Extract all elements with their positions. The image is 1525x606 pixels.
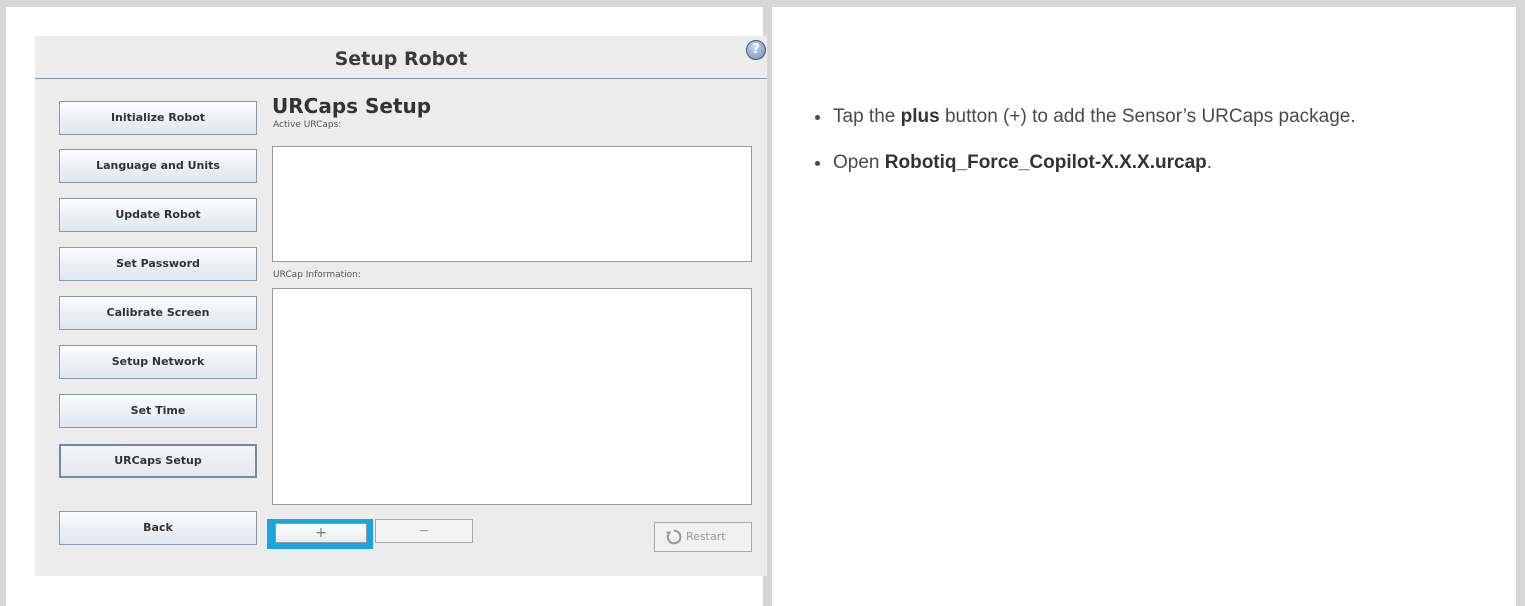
step-1-prefix: Tap the (833, 106, 901, 127)
document-frame-left (0, 0, 6, 606)
step-2-filename: Robotiq_Force_Copilot-X.X.X.urcap (884, 152, 1207, 173)
step-2-suffix: . (1206, 152, 1213, 173)
setup-robot-panel: Setup Robot ? Initialize Robot Language … (35, 36, 767, 576)
instruction-list: Tap the plus button (+) to add the Senso… (815, 104, 1475, 196)
remove-urcap-button[interactable]: − (375, 519, 473, 543)
bullet-icon (815, 115, 820, 120)
update-robot-button[interactable]: Update Robot (59, 198, 257, 232)
restart-label: Restart (686, 530, 726, 543)
bullet-icon (815, 161, 820, 166)
set-time-button[interactable]: Set Time (59, 394, 257, 428)
question-circle-icon[interactable]: ? (746, 40, 766, 60)
restart-icon (665, 529, 682, 545)
add-urcap-button[interactable]: + (275, 523, 367, 543)
set-password-button[interactable]: Set Password (59, 247, 257, 281)
step-2-prefix: Open (833, 152, 885, 173)
step-1-suffix: button (+) to add the Sensor’s URCaps pa… (939, 106, 1356, 127)
section-title: URCaps Setup (272, 94, 432, 118)
instruction-step-1: Tap the plus button (+) to add the Senso… (815, 104, 1475, 130)
back-button[interactable]: Back (59, 511, 257, 545)
instruction-step-2: Open Robotiq_Force_Copilot-X.X.X.urcap. (815, 150, 1475, 176)
page-title: Setup Robot (334, 48, 468, 70)
active-urcaps-label: Active URCaps: (273, 120, 342, 130)
calibrate-screen-button[interactable]: Calibrate Screen (59, 296, 257, 330)
step-1-emphasis: plus (900, 106, 940, 127)
restart-button[interactable]: Restart (654, 522, 752, 552)
setup-network-button[interactable]: Setup Network (59, 345, 257, 379)
document-frame-right (1516, 0, 1525, 606)
active-urcaps-list[interactable] (272, 146, 752, 262)
panel-header: Setup Robot ? (35, 36, 767, 79)
urcaps-setup-button[interactable]: URCaps Setup (59, 444, 257, 478)
urcap-information-label: URCap Information: (273, 270, 361, 280)
language-and-units-button[interactable]: Language and Units (59, 149, 257, 183)
initialize-robot-button[interactable]: Initialize Robot (59, 101, 257, 135)
urcap-information-box (272, 288, 752, 505)
